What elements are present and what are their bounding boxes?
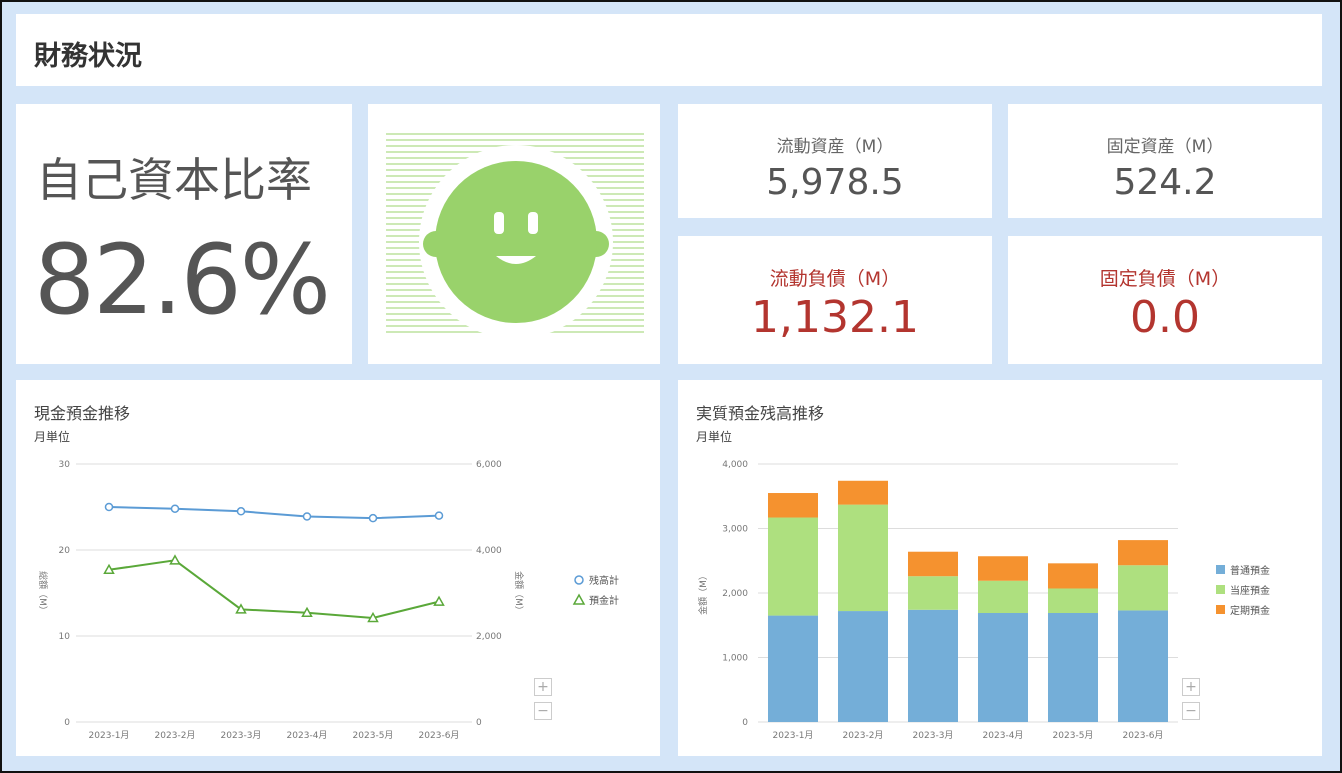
y-tick-label: 0	[64, 718, 70, 728]
legend-label: 普通預金	[1230, 564, 1270, 577]
zoom-in-button[interactable]: +	[1182, 678, 1200, 696]
x-tick-label: 2023-2月	[155, 730, 196, 741]
kpi-value: 1,132.1	[751, 292, 919, 343]
smiley-face-icon	[386, 133, 644, 339]
header-panel: 財務状況	[16, 14, 1322, 86]
equity-ratio-value: 82.6%	[34, 224, 331, 336]
kpi-fixed-assets: 固定資産（M） 524.2	[1008, 104, 1322, 218]
bar-segment	[838, 480, 888, 505]
kpi-label: 固定資産（M）	[1106, 137, 1224, 157]
y2-tick-label: 0	[476, 718, 482, 728]
y2-tick-label: 2,000	[476, 632, 502, 642]
deposit-chart-panel: 実質預金残高推移 月単位 0 1,000 2,000 3,000 4,000 金額（M） 2…	[678, 380, 1322, 756]
equity-ratio-card: 自己資本比率 82.6%	[16, 104, 352, 364]
x-tick-label: 2023-1月	[773, 730, 814, 741]
face-head	[435, 161, 597, 323]
y-tick-label: 10	[59, 632, 71, 642]
bar-segment	[838, 611, 888, 722]
kpi-current-assets: 流動資産（M） 5,978.5	[678, 104, 992, 218]
legend-label: 定期預金	[1230, 604, 1270, 617]
legend-marker	[574, 575, 584, 585]
bar-segment	[1118, 610, 1168, 722]
face-eye-right	[528, 212, 538, 234]
zoom-in-button[interactable]: +	[534, 678, 552, 696]
bar-segment	[1048, 612, 1098, 722]
data-point	[302, 512, 312, 521]
y-tick-label: 1,000	[722, 654, 748, 664]
kpi-value: 524.2	[1113, 162, 1217, 203]
bar-segment	[908, 576, 958, 610]
x-tick-label: 2023-3月	[221, 730, 262, 741]
legend-label: 残高計	[589, 574, 619, 587]
zoom-out-button[interactable]: −	[534, 702, 552, 720]
x-tick-label: 2023-2月	[843, 730, 884, 741]
y2-tick-label: 4,000	[476, 546, 502, 556]
x-tick-label: 2023-4月	[287, 730, 328, 741]
kpi-fixed-liabilities: 固定負債（M） 0.0	[1008, 236, 1322, 364]
bar-segment	[838, 504, 888, 612]
y-axis-label: 金額（M）	[697, 571, 709, 615]
data-point	[433, 595, 445, 606]
y-tick-label: 30	[59, 460, 71, 470]
bar-segment	[1118, 540, 1168, 566]
legend-marker	[572, 593, 586, 605]
status-face-card	[368, 104, 660, 364]
deposit-bar-chart: 0 1,000 2,000 3,000 4,000 金額（M） 2023-1月 2023-2月…	[697, 460, 1270, 741]
bar-segment	[908, 609, 958, 722]
x-tick-label: 2023-1月	[89, 730, 130, 741]
kpi-label: 固定負債（M）	[1099, 268, 1231, 290]
page-title: 財務状況	[34, 41, 142, 72]
bar-segment	[768, 615, 818, 722]
data-point	[434, 511, 444, 520]
kpi-value: 0.0	[1130, 292, 1200, 343]
kpi-label: 流動負債（M）	[769, 268, 901, 290]
x-tick-label: 2023-3月	[913, 730, 954, 741]
x-tick-label: 2023-5月	[1053, 730, 1094, 741]
data-point	[236, 507, 246, 516]
bar-segment	[1118, 565, 1168, 611]
data-point	[104, 502, 114, 512]
bar-segment	[768, 517, 818, 616]
y-tick-label: 4,000	[722, 460, 748, 470]
legend-label: 預金計	[589, 594, 619, 607]
bar-segment	[908, 551, 958, 577]
bar-segment	[978, 580, 1028, 613]
x-tick-label: 2023-6月	[419, 730, 460, 741]
x-tick-label: 2023-4月	[983, 730, 1024, 741]
bar-segment	[768, 493, 818, 518]
cash-chart-panel: 現金預金推移 月単位 0 0 10 2,000 20 4,000 30 6,000 総額（M）金…	[16, 380, 660, 756]
y-tick-label: 0	[742, 718, 748, 728]
cash-line-chart: 0 0 10 2,000 20 4,000 30 6,000 総額（M） 金額（M） 2023-1月…	[37, 460, 619, 741]
bar-segment	[1048, 563, 1098, 589]
y-axis-label: 総額（M）	[37, 571, 49, 615]
bar-segment	[1048, 588, 1098, 613]
bar-segment	[978, 556, 1028, 581]
y2-axis-label: 金額（M）	[513, 571, 525, 615]
legend-marker	[1216, 585, 1225, 594]
kpi-label: 流動資産（M）	[776, 137, 894, 157]
y-tick-label: 20	[59, 546, 71, 556]
kpi-value: 5,978.5	[766, 162, 904, 203]
zoom-out-button[interactable]: −	[1182, 702, 1200, 720]
data-point	[368, 513, 378, 523]
dashboard-frame: 財務状況 自己資本比率 82.6% 流動資産（M） 5,978.5 固定資産（M…	[0, 0, 1342, 773]
x-tick-label: 2023-5月	[353, 730, 394, 741]
data-point	[170, 504, 180, 513]
series-line	[108, 506, 440, 520]
y-tick-label: 2,000	[722, 589, 748, 599]
equity-ratio-label: 自己資本比率	[36, 153, 312, 207]
y2-tick-label: 6,000	[476, 460, 502, 470]
kpi-current-liabilities: 流動負債（M） 1,132.1	[678, 236, 992, 364]
bar-segment	[978, 612, 1028, 722]
legend-label: 当座預金	[1230, 584, 1270, 597]
legend-marker	[1216, 565, 1225, 574]
series-line	[108, 559, 440, 619]
face-eye-left	[494, 212, 504, 234]
y-tick-label: 3,000	[722, 525, 748, 535]
x-tick-label: 2023-6月	[1123, 730, 1164, 741]
legend-marker	[1216, 605, 1225, 614]
